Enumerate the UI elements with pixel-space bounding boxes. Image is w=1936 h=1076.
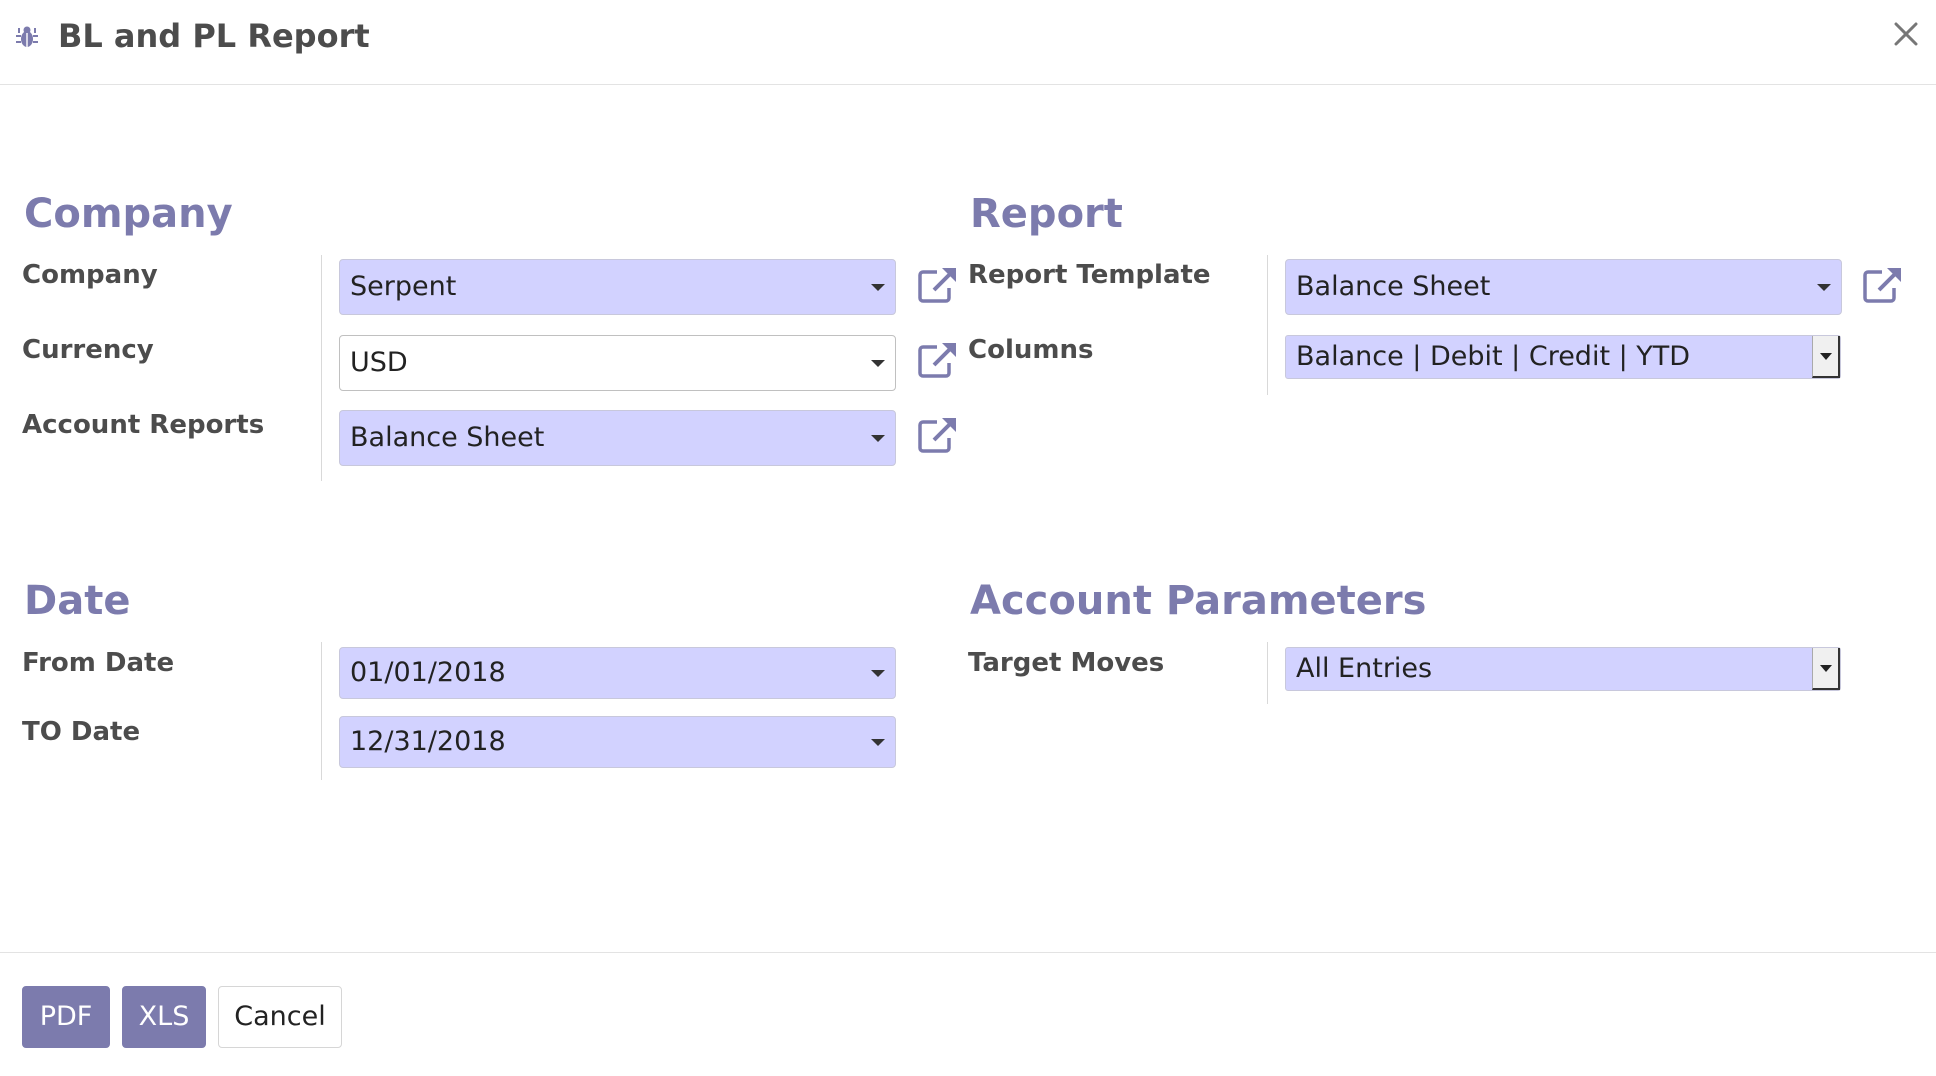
chevron-down-icon	[871, 435, 885, 442]
from-date-label: From Date	[22, 648, 175, 678]
company-label: Company	[22, 260, 158, 290]
divider	[1267, 255, 1268, 395]
bug-icon[interactable]	[14, 24, 40, 50]
chevron-down-icon	[871, 284, 885, 291]
columns-label: Columns	[968, 335, 1094, 365]
report-template-value: Balance Sheet	[1296, 271, 1491, 302]
external-link-icon[interactable]	[1862, 266, 1904, 304]
close-icon[interactable]	[1890, 18, 1922, 50]
divider	[321, 642, 322, 780]
section-title-date: Date	[24, 578, 131, 624]
account-reports-label: Account Reports	[22, 410, 265, 440]
to-date-label: TO Date	[22, 717, 141, 747]
section-title-account-parameters: Account Parameters	[970, 578, 1427, 624]
dialog-title: BL and PL Report	[58, 17, 370, 55]
company-value: Serpent	[350, 271, 457, 302]
columns-value: Balance | Debit | Credit | YTD	[1296, 341, 1691, 372]
chevron-down-icon	[1817, 284, 1831, 291]
report-template-label: Report Template	[968, 260, 1211, 290]
target-moves-select[interactable]: All Entries	[1285, 647, 1841, 691]
report-template-select[interactable]: Balance Sheet	[1285, 259, 1842, 315]
xls-button[interactable]: XLS	[122, 986, 206, 1048]
target-moves-value: All Entries	[1296, 653, 1433, 684]
currency-label: Currency	[22, 335, 154, 365]
chevron-down-icon	[871, 739, 885, 746]
dialog-header: BL and PL Report	[0, 0, 1936, 85]
cancel-button[interactable]: Cancel	[218, 986, 342, 1048]
chevron-down-icon	[871, 670, 885, 677]
from-date-value: 01/01/2018	[350, 657, 506, 688]
company-select[interactable]: Serpent	[339, 259, 896, 315]
to-date-input[interactable]: 12/31/2018	[339, 716, 896, 768]
divider	[1267, 642, 1268, 704]
pdf-button[interactable]: PDF	[22, 986, 110, 1048]
account-reports-value: Balance Sheet	[350, 422, 545, 453]
columns-select[interactable]: Balance | Debit | Credit | YTD	[1285, 335, 1841, 379]
from-date-input[interactable]: 01/01/2018	[339, 647, 896, 699]
target-moves-label: Target Moves	[968, 648, 1165, 678]
account-reports-select[interactable]: Balance Sheet	[339, 410, 896, 466]
section-title-report: Report	[970, 191, 1123, 237]
to-date-value: 12/31/2018	[350, 726, 506, 757]
chevron-down-icon[interactable]	[1812, 648, 1840, 690]
external-link-icon[interactable]	[917, 266, 959, 304]
chevron-down-icon	[871, 360, 885, 367]
currency-value: USD	[350, 347, 408, 378]
section-title-company: Company	[24, 191, 233, 237]
currency-select[interactable]: USD	[339, 335, 896, 391]
external-link-icon[interactable]	[917, 341, 959, 379]
divider	[321, 255, 322, 481]
external-link-icon[interactable]	[917, 416, 959, 454]
chevron-down-icon[interactable]	[1812, 336, 1840, 378]
